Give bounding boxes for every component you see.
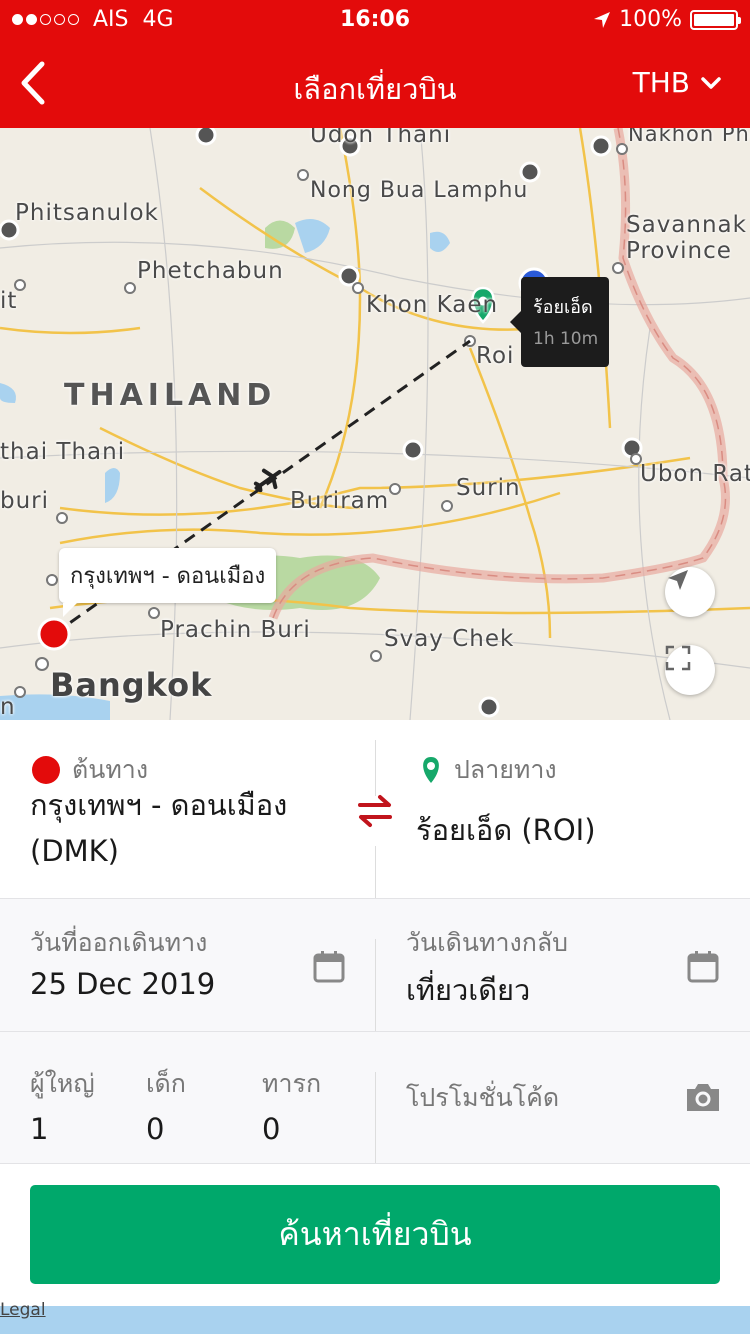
map-pin-icon <box>423 757 439 783</box>
map-label-buri: buri <box>0 488 50 514</box>
map-footer-strip <box>0 1306 750 1334</box>
location-arrow-icon <box>668 570 688 590</box>
flight-duration: 1h 10m <box>533 329 599 349</box>
passengers-section: ผู้ใหญ่ 1 เด็ก 0 ทารก 0 โปรโมชั่นโค้ด <box>0 1031 750 1164</box>
calendar-icon <box>313 951 345 983</box>
status-bar: AIS 4G 16:06 100% <box>0 0 750 40</box>
calendar-icon <box>687 951 719 983</box>
route-map[interactable]: Udon Thani Nakhon Pho Nong Bua Lamphu Ph… <box>0 128 750 720</box>
map-label-ubon: Ubon Rat <box>640 461 750 487</box>
map-legal-link[interactable]: Legal <box>0 1300 46 1320</box>
depart-date-label: วันที่ออกเดินทาง <box>30 928 208 957</box>
map-label-buriram: Buriram <box>290 488 390 514</box>
map-label-prachin: Prachin Buri <box>160 617 311 643</box>
adult-label: ผู้ใหญ่ <box>30 1069 95 1098</box>
adult-count-field[interactable]: ผู้ใหญ่ 1 <box>0 1032 130 1164</box>
map-label-roi: Roi <box>476 343 515 369</box>
map-label-udon: Udon Thani <box>310 128 452 148</box>
chevron-down-icon <box>701 76 721 89</box>
depart-date-field[interactable]: วันที่ออกเดินทาง 25 Dec 2019 <box>0 899 375 1032</box>
swap-icon <box>358 795 392 827</box>
child-value: 0 <box>146 1112 165 1146</box>
map-label-nongbua: Nong Bua Lamphu <box>310 178 529 203</box>
map-label-thailand: THAILAND <box>64 378 277 413</box>
swap-route-button[interactable] <box>352 791 398 831</box>
return-date-field[interactable]: วันเดินทางกลับ เที่ยวเดียว <box>375 899 750 1032</box>
child-count-field[interactable]: เด็ก 0 <box>130 1032 246 1164</box>
map-label-province: Province <box>626 238 732 264</box>
map-label-bangkok: Bangkok <box>50 666 213 704</box>
location-arrow-icon <box>594 11 611 28</box>
dest-callout-name: ร้อยเอ็ด <box>533 297 593 318</box>
origin-value: กรุงเทพฯ - ดอนเมือง (DMK) <box>30 788 288 868</box>
fullscreen-icon <box>665 645 691 671</box>
origin-marker <box>37 617 71 651</box>
adult-value: 1 <box>30 1112 49 1146</box>
destination-label: ปลายทาง <box>454 755 557 784</box>
map-label-savannakhet: Savannak <box>626 212 747 238</box>
app-header: AIS 4G 16:06 100% เลือกเที่ยวบิน THB <box>0 0 750 128</box>
infant-count-field[interactable]: ทารก 0 <box>246 1032 375 1164</box>
map-label-it: it <box>0 288 18 314</box>
currency-selector[interactable]: THB <box>633 66 722 99</box>
origin-dot-icon <box>32 756 60 784</box>
depart-date-value: 25 Dec 2019 <box>30 967 216 1001</box>
map-label-nakhon: Nakhon Pho <box>628 128 750 146</box>
fullscreen-button[interactable] <box>665 645 715 695</box>
infant-value: 0 <box>262 1112 281 1146</box>
origin-callout[interactable]: กรุงเทพฯ - ดอนเมือง <box>59 548 277 617</box>
recenter-button[interactable] <box>665 567 715 617</box>
promo-code-field[interactable]: โปรโมชั่นโค้ด <box>375 1032 750 1164</box>
map-label-khonkaen: Khon Kaen <box>366 292 499 318</box>
camera-icon[interactable] <box>684 1080 722 1114</box>
infant-label: ทารก <box>262 1069 322 1098</box>
map-label-surin: Surin <box>456 475 521 501</box>
search-panel: ค้นหาเที่ยวบิน <box>0 1163 750 1306</box>
origin-field[interactable]: ต้นทาง กรุงเทพฯ - ดอนเมือง (DMK) <box>30 720 350 898</box>
return-date-value: เที่ยวเดียว <box>406 973 531 1007</box>
map-label-phetchabun: Phetchabun <box>137 258 284 284</box>
promo-code-label: โปรโมชั่นโค้ด <box>406 1083 560 1112</box>
route-divider-bottom <box>375 846 376 902</box>
map-label-phitsanulok: Phitsanulok <box>15 200 159 226</box>
search-flights-button[interactable]: ค้นหาเที่ยวบิน <box>30 1185 720 1284</box>
map-label-svay: Svay Chek <box>384 626 515 652</box>
nav-bar: เลือกเที่ยวบิน THB <box>0 40 750 128</box>
map-label-n: n <box>0 694 16 720</box>
battery-percent: 100% <box>619 7 682 32</box>
currency-label: THB <box>632 66 690 99</box>
destination-value: ร้อยเอ็ด (ROI) <box>416 813 596 847</box>
child-label: เด็ก <box>146 1069 186 1098</box>
route-divider-top <box>375 740 376 796</box>
dest-callout[interactable]: ร้อยเอ็ด 1h 10m <box>510 277 609 367</box>
dates-section: วันที่ออกเดินทาง 25 Dec 2019 วันเดินทางก… <box>0 898 750 1031</box>
destination-field[interactable]: ปลายทาง ร้อยเอ็ด (ROI) <box>416 720 736 898</box>
battery-icon <box>690 9 741 30</box>
map-label-thaithani: thai Thani <box>0 439 126 465</box>
return-date-label: วันเดินทางกลับ <box>406 928 569 957</box>
